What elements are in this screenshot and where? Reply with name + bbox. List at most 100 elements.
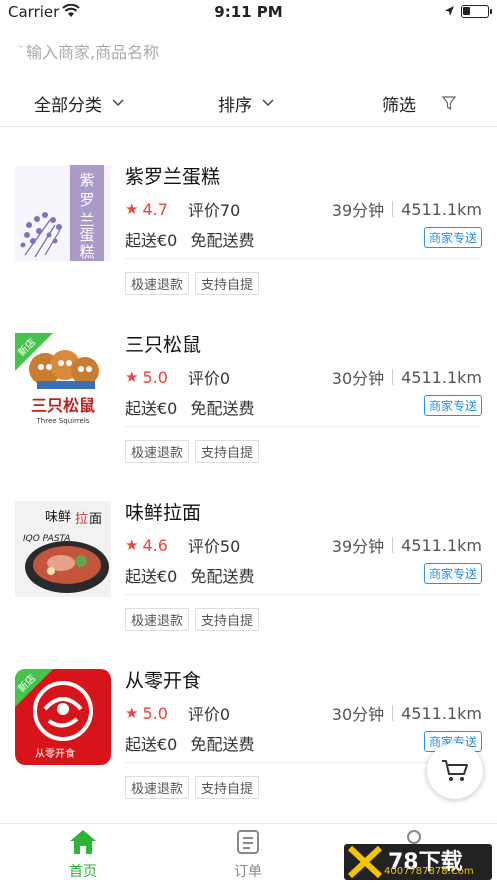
sort-label: 排序 [218, 95, 252, 116]
tag: 支持自提 [195, 608, 260, 631]
logo-subtext: Three Squirrels [36, 417, 90, 425]
delivery-time-distance: 30分钟 4511.1km [332, 701, 482, 725]
delivery-time-distance: 39分钟 4511.1km [332, 533, 482, 557]
shop-reviews: 评价70 [187, 201, 241, 220]
delivery-time: 39分钟 [331, 537, 385, 556]
min-order: 起送€0 [125, 735, 178, 754]
divider [125, 426, 482, 427]
delivery-fee: 免配送费 [190, 231, 255, 250]
shop-reviews: 评价0 [187, 369, 231, 388]
rating-row: ★ 5.0 评价0 [125, 701, 230, 725]
rating-row: ★ 5.0 评价0 [125, 365, 230, 389]
svg-text:蛋: 蛋 [79, 226, 94, 244]
separator [392, 369, 394, 385]
distance: 4511.1km [401, 535, 482, 555]
filter-bar: 全部分类 排序 筛选 [0, 86, 497, 127]
filter-button[interactable]: 筛选 [382, 86, 456, 120]
clock: 9:11 PM [214, 3, 283, 21]
min-order: 起送€0 [125, 399, 178, 418]
shop-rating: 5.0 [142, 703, 168, 723]
tab-home[interactable]: 首页 [33, 829, 133, 881]
tag: 极速退款 [125, 776, 190, 799]
delivery-type-badge: 商家专送 [423, 563, 482, 584]
shop-reviews: 评价0 [187, 705, 231, 724]
star-icon: ★ [125, 368, 139, 386]
shop-card[interactable]: 从零开食 新店 从零开食 ★ 5.0 评价0 30分钟 4511.1km 起送€… [0, 644, 497, 812]
cart-button[interactable] [427, 743, 483, 799]
shop-name: 味鲜拉面 [125, 502, 202, 524]
tag: 极速退款 [125, 440, 190, 463]
chevron-down-icon [112, 99, 124, 107]
tab-home-label: 首页 [69, 864, 97, 880]
shop-name: 三只松鼠 [125, 334, 202, 356]
tag: 支持自提 [195, 776, 260, 799]
x-icon [348, 846, 382, 878]
shop-tags: 极速退款 支持自提 [125, 272, 265, 295]
divider [125, 594, 482, 595]
logo-text: 三只松鼠 [31, 396, 95, 415]
tag: 极速退款 [125, 608, 190, 631]
watermark-url: 4007787878.Com [384, 866, 474, 877]
tab-orders-label: 订单 [234, 864, 262, 880]
search-input[interactable]: ˇ 输入商家,商品名称 [18, 38, 159, 64]
funnel-icon [442, 96, 456, 110]
shop-card[interactable]: 紫 罗 兰 蛋 糕 紫罗兰蛋糕 ★ 4.7 评价70 39分钟 4511.1km… [0, 140, 497, 308]
category-dropdown[interactable]: 全部分类 [34, 86, 124, 120]
shop-tags: 极速退款 支持自提 [125, 440, 265, 463]
divider [125, 258, 482, 259]
star-icon: ★ [125, 536, 139, 554]
min-order: 起送€0 [125, 567, 178, 586]
distance: 4511.1km [401, 199, 482, 219]
new-shop-badge: 新店 [15, 669, 53, 707]
filter-label: 筛选 [382, 95, 416, 116]
svg-text:紫: 紫 [79, 171, 94, 189]
delivery-time-distance: 39分钟 4511.1km [332, 197, 482, 221]
fee-row: 起送€0 免配送费 [125, 227, 254, 251]
delivery-fee: 免配送费 [190, 567, 255, 586]
cart-icon [442, 760, 468, 781]
separator [392, 537, 394, 553]
tag: 极速退款 [125, 272, 190, 295]
svg-text:拉: 拉 [75, 512, 88, 527]
delivery-type-badge: 商家专送 [423, 395, 482, 416]
tag: 支持自提 [195, 272, 260, 295]
shop-name: 紫罗兰蛋糕 [125, 166, 221, 188]
distance: 4511.1km [401, 703, 482, 723]
svg-text:糕: 糕 [79, 243, 94, 261]
sort-dropdown[interactable]: 排序 [218, 86, 274, 120]
separator [392, 705, 394, 721]
home-icon [70, 830, 96, 854]
tab-orders[interactable]: 订单 [198, 829, 298, 881]
search-placeholder: 输入商家,商品名称 [26, 43, 160, 62]
status-bar: Carrier 9:11 PM [0, 0, 497, 26]
rating-row: ★ 4.6 评价50 [125, 533, 240, 557]
battery-icon [461, 5, 492, 18]
category-label: 全部分类 [34, 95, 102, 116]
shop-logo: 紫 罗 兰 蛋 糕 [15, 165, 111, 261]
shop-logo: 味鲜 拉 面 IQO PASTA [15, 501, 111, 597]
rating-row: ★ 4.7 评价70 [125, 197, 240, 221]
shop-rating: 4.6 [142, 535, 168, 555]
svg-text:面: 面 [89, 512, 102, 527]
delivery-fee: 免配送费 [190, 399, 255, 418]
shop-reviews: 评价50 [187, 537, 241, 556]
cursor-icon: ˇ [18, 44, 24, 58]
shop-name: 从零开食 [125, 670, 202, 692]
min-order: 起送€0 [125, 231, 178, 250]
delivery-fee: 免配送费 [190, 735, 255, 754]
shop-tags: 极速退款 支持自提 [125, 776, 265, 799]
shop-rating: 4.7 [142, 199, 168, 219]
svg-text:IQO PASTA: IQO PASTA [23, 534, 70, 544]
distance: 4511.1km [401, 367, 482, 387]
delivery-time-distance: 30分钟 4511.1km [332, 365, 482, 389]
shop-card[interactable]: 三只松鼠 Three Squirrels 新店 三只松鼠 ★ 5.0 评价0 3… [0, 308, 497, 476]
separator [392, 201, 394, 217]
shop-card[interactable]: 味鲜 拉 面 IQO PASTA 味鲜拉面 ★ 4.6 评价50 39分钟 45… [0, 476, 497, 644]
location-arrow-icon [445, 6, 454, 16]
orders-icon [237, 830, 259, 854]
svg-text:罗: 罗 [79, 191, 94, 209]
violet-cake-logo: 紫 罗 兰 蛋 糕 [15, 165, 111, 261]
star-icon: ★ [125, 200, 139, 218]
svg-text:味鲜: 味鲜 [45, 510, 71, 525]
fee-row: 起送€0 免配送费 [125, 395, 254, 419]
